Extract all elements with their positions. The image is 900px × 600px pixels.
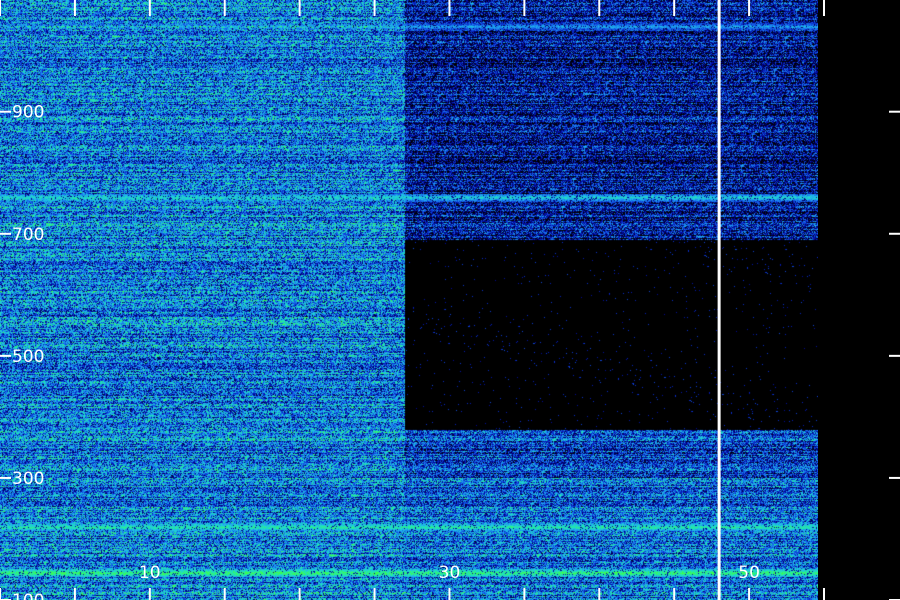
x-tick-label: 10 [139,563,161,583]
spectrogram-image [0,0,818,600]
x-tick-label: 30 [439,563,461,583]
y-tick-label: 300 [12,469,44,489]
plot-area [0,0,818,600]
y-tick-label: 100 [12,591,44,600]
y-tick-label: 500 [12,347,44,367]
y-tick-label: 900 [12,103,44,123]
x-tick-label: 50 [738,563,760,583]
spectrogram-figure: 10 30 50 900 700 500 300 100 [0,0,900,600]
y-tick-label: 700 [12,225,44,245]
